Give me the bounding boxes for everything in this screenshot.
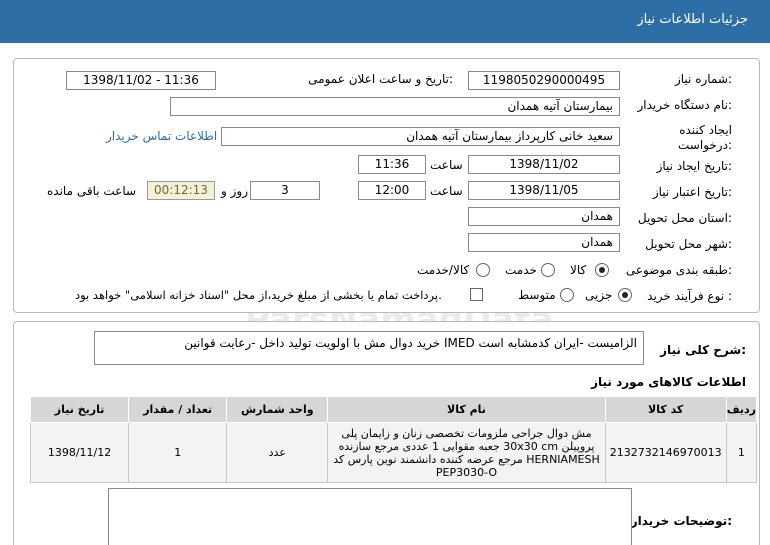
countdown-timer: 00:12:13	[147, 181, 215, 200]
notes-label: توضیحات خریدار:	[630, 514, 732, 528]
category-radio-service[interactable]	[541, 263, 555, 277]
notes-box	[108, 488, 632, 545]
need-number-label: شماره نیاز:	[674, 72, 732, 86]
category-radio-both[interactable]	[476, 263, 490, 277]
process-option-minor: جزیی	[585, 288, 613, 302]
cell-date: 1398/11/12	[29, 422, 130, 483]
province-label: استان محل تحویل:	[637, 211, 732, 225]
cell-qty: 1	[128, 422, 228, 483]
items-section-title: اطلاعات کالاهای مورد نیاز	[591, 375, 746, 389]
category-label: طبقه بندی موضوعی:	[625, 263, 732, 277]
col-code: کد کالا	[604, 396, 727, 423]
category-option-goods: کالا	[570, 263, 587, 277]
table-row: 1 2132732146970013 مش دوال جراحی ملزومات…	[29, 422, 758, 483]
need-number-field: 1198050290000495	[468, 71, 620, 90]
treasury-payment-checkbox[interactable]	[470, 288, 483, 301]
province-field: همدان	[468, 207, 620, 226]
cell-row: 1	[725, 422, 758, 483]
create-date-label: تاریخ ایجاد نیاز:	[656, 159, 732, 173]
col-row: ردیف	[725, 396, 758, 423]
creator-label: ایجاد کننده درخواست:	[678, 123, 732, 152]
buyer-contact-link[interactable]: اطلاعات تماس خریدار	[106, 129, 217, 143]
col-name: نام کالا	[327, 396, 606, 423]
summary-label: شرح کلی نیاز:	[660, 343, 746, 357]
creator-field: سعید خانی کارپرداز بیمارستان آتیه همدان	[221, 127, 620, 146]
announce-field: 1398/11/02 - 11:36	[66, 71, 216, 90]
items-table-header: ردیف کد کالا نام کالا واحد شمارش تعداد /…	[29, 396, 758, 423]
process-radio-minor[interactable]	[618, 288, 632, 302]
cell-name: مش دوال جراحی ملزومات تخصصی زنان و زایما…	[327, 422, 606, 483]
day-and-label: روز و	[221, 184, 248, 198]
category-radio-goods[interactable]	[595, 263, 609, 277]
create-date-field: 1398/11/02	[468, 155, 620, 174]
summary-text-box: خرید دوال مش با اولویت تولید داخل -رعایت…	[94, 331, 644, 365]
create-time-field: 11:36	[358, 155, 426, 174]
process-label: نوع فرآیند خرید :	[647, 289, 732, 303]
col-unit: واحد شمارش	[226, 396, 329, 423]
items-table: ردیف کد کالا نام کالا واحد شمارش تعداد /…	[29, 396, 758, 483]
buyer-org-label: نام دستگاه خریدار:	[637, 98, 733, 112]
valid-date-label: تاریخ اعتبار نیاز:	[652, 185, 732, 199]
announce-label: تاریخ و ساعت اعلان عمومی:	[308, 72, 453, 86]
category-option-service: خدمت	[505, 263, 537, 277]
cell-code: 2132732146970013	[604, 422, 727, 483]
treasury-payment-note: پرداخت تمام یا بخشی از مبلغ خرید،از محل …	[75, 288, 442, 302]
days-remaining-field: 3	[250, 181, 320, 200]
valid-date-field: 1398/11/05	[468, 181, 620, 200]
page-title: جزئیات اطلاعات نیاز	[637, 12, 748, 27]
valid-time-label: ساعت	[430, 184, 463, 198]
buyer-org-field: بیمارستان آتیه همدان	[170, 97, 620, 116]
header-bar: جزئیات اطلاعات نیاز	[0, 0, 770, 43]
col-date: تاریخ نیاز	[29, 396, 130, 423]
process-radio-medium[interactable]	[560, 288, 574, 302]
city-field: همدان	[468, 233, 620, 252]
col-qty: تعداد / مقدار	[128, 396, 228, 423]
cell-unit: عدد	[226, 422, 329, 483]
remaining-label: ساعت باقی مانده	[47, 184, 137, 198]
create-time-label: ساعت	[430, 158, 463, 172]
process-option-medium: متوسط	[518, 288, 556, 302]
valid-time-field: 12:00	[358, 181, 426, 200]
category-option-both: کالا/خدمت	[417, 263, 470, 277]
city-label: شهر محل تحویل:	[645, 237, 732, 251]
